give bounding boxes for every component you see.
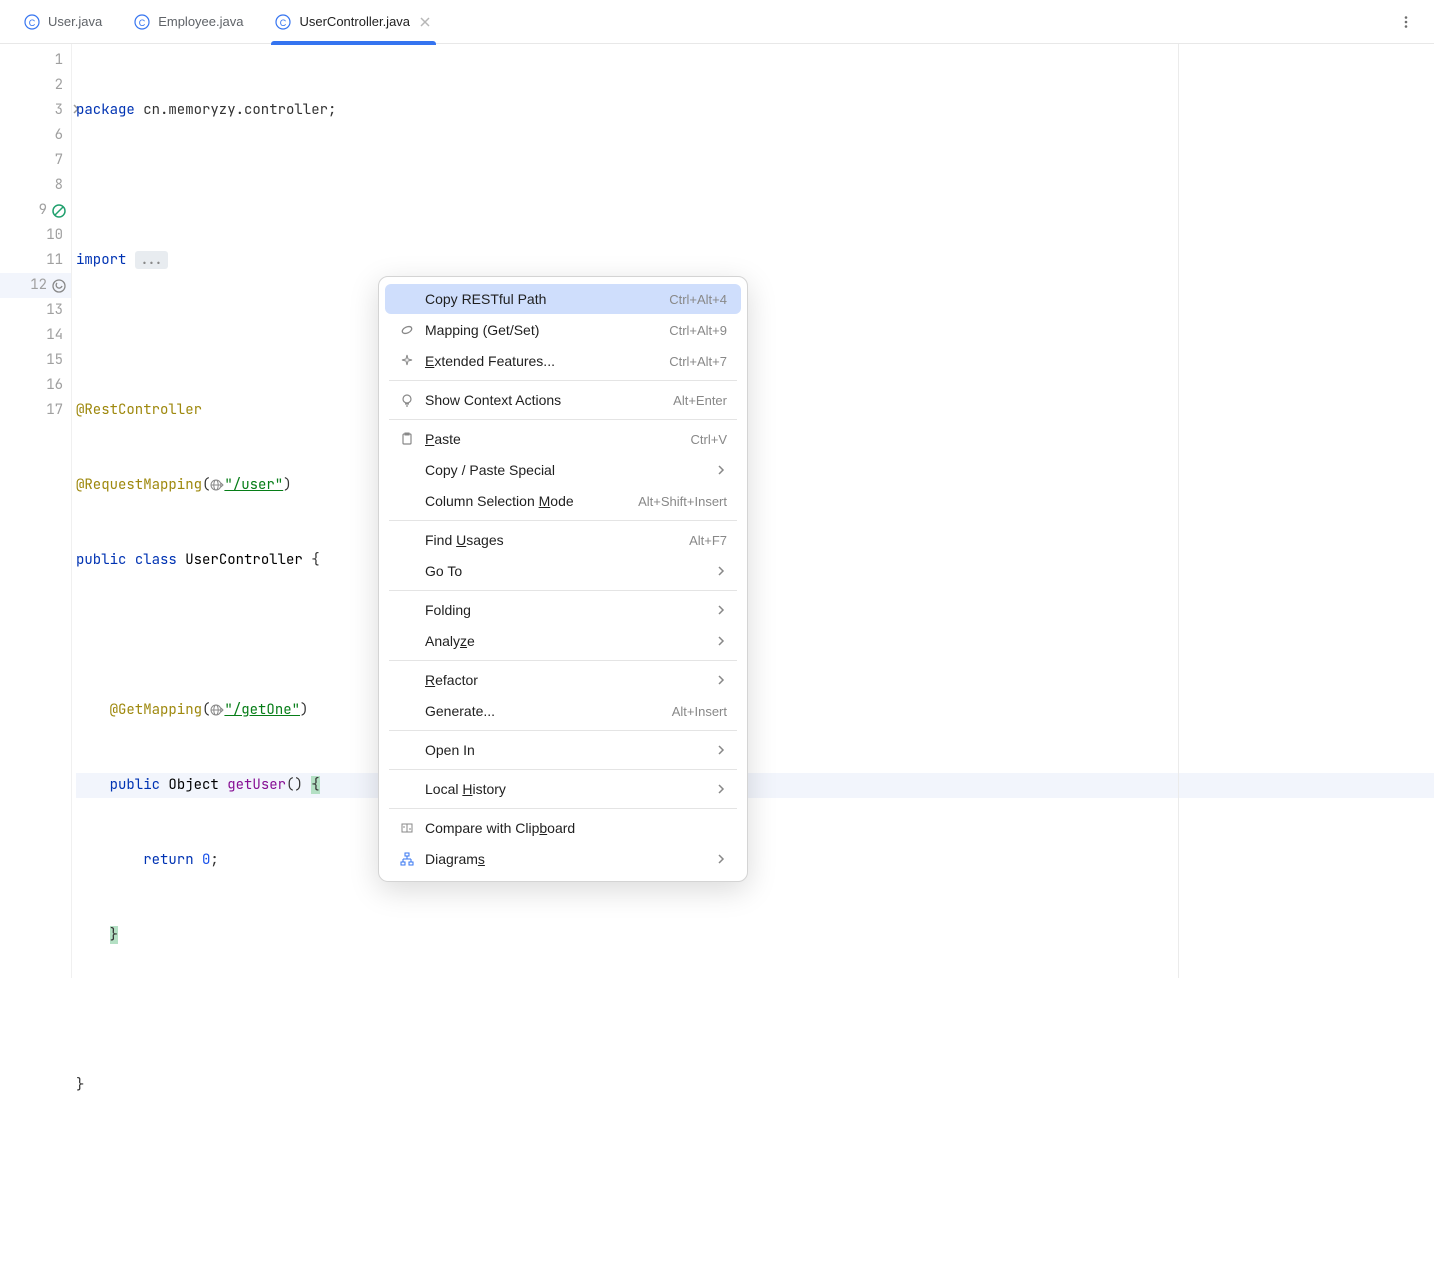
blank-icon (399, 703, 415, 719)
menu-go-to[interactable]: Go To (385, 556, 741, 586)
blank-icon (399, 742, 415, 758)
code-area[interactable]: package cn.memoryzy.controller; import .… (72, 44, 1434, 978)
menu-separator (389, 808, 737, 809)
gutter-line: 6 (0, 123, 71, 148)
gutter-line: 7 (0, 148, 71, 173)
blank-icon (399, 633, 415, 649)
clipboard-icon (399, 431, 415, 447)
chevron-right-icon (717, 633, 727, 649)
blank-icon (399, 493, 415, 509)
tabs-bar: C User.java C Employee.java C UserContro… (0, 0, 1434, 44)
mapping-icon (399, 322, 415, 338)
chevron-right-icon (717, 563, 727, 579)
chevron-right-icon (717, 781, 727, 797)
menu-column-selection-mode[interactable]: Column Selection Mode Alt+Shift+Insert (385, 486, 741, 516)
gutter-line: 16 (0, 373, 71, 398)
menu-copy-paste-special[interactable]: Copy / Paste Special (385, 455, 741, 485)
blank-icon (399, 563, 415, 579)
recursive-icon[interactable] (51, 278, 67, 294)
menu-separator (389, 419, 737, 420)
menu-analyze[interactable]: Analyze (385, 626, 741, 656)
tab-employee-java[interactable]: C Employee.java (118, 0, 259, 44)
globe-icon[interactable] (210, 703, 224, 717)
globe-icon[interactable] (210, 478, 224, 492)
gutter-line: 11 (0, 248, 71, 273)
menu-separator (389, 380, 737, 381)
chevron-right-icon (717, 742, 727, 758)
gutter-line: 10 (0, 223, 71, 248)
menu-show-context-actions[interactable]: Show Context Actions Alt+Enter (385, 385, 741, 415)
menu-extended-features[interactable]: Extended Features... Ctrl+Alt+7 (385, 346, 741, 376)
tab-label: UserController.java (299, 14, 410, 29)
menu-separator (389, 730, 737, 731)
menu-separator (389, 590, 737, 591)
chevron-right-icon (717, 851, 727, 867)
class-icon: C (134, 14, 150, 30)
menu-separator (389, 769, 737, 770)
gutter-line: 14 (0, 323, 71, 348)
menu-diagrams[interactable]: Diagrams (385, 844, 741, 874)
gutter-line: 2 (0, 73, 71, 98)
class-icon: C (275, 14, 291, 30)
menu-open-in[interactable]: Open In (385, 735, 741, 765)
svg-text:C: C (280, 18, 287, 28)
gutter-line: 1 (0, 48, 71, 73)
menu-compare-clipboard[interactable]: Compare with Clipboard (385, 813, 741, 843)
gutter-line: 8 (0, 173, 71, 198)
class-icon: C (24, 14, 40, 30)
menu-folding[interactable]: Folding (385, 595, 741, 625)
chevron-right-icon (717, 462, 727, 478)
tab-label: Employee.java (158, 14, 243, 29)
chevron-right-icon (717, 672, 727, 688)
tab-usercontroller-java[interactable]: C UserController.java (259, 0, 448, 44)
menu-separator (389, 660, 737, 661)
gutter-line: 3 (0, 98, 71, 123)
blank-icon (399, 291, 415, 307)
menu-local-history[interactable]: Local History (385, 774, 741, 804)
lightbulb-icon (399, 392, 415, 408)
chevron-right-icon (717, 602, 727, 618)
svg-text:C: C (29, 18, 36, 28)
menu-mapping-getset[interactable]: Mapping (Get/Set) Ctrl+Alt+9 (385, 315, 741, 345)
close-icon[interactable] (418, 15, 432, 29)
check-icon[interactable] (1382, 56, 1434, 131)
right-gutter (1414, 44, 1434, 978)
gutter-line: 9 (0, 198, 71, 223)
gutter-line: 15 (0, 348, 71, 373)
menu-copy-restful-path[interactable]: Copy RESTful Path Ctrl+Alt+4 (385, 284, 741, 314)
blank-icon (399, 672, 415, 688)
tab-label: User.java (48, 14, 102, 29)
gutter-line: 13 (0, 298, 71, 323)
gutter-line: 12 (0, 273, 71, 298)
menu-find-usages[interactable]: Find Usages Alt+F7 (385, 525, 741, 555)
more-options-icon[interactable] (1394, 10, 1418, 34)
compare-icon (399, 820, 415, 836)
blank-icon (399, 781, 415, 797)
menu-separator (389, 520, 737, 521)
menu-refactor[interactable]: Refactor (385, 665, 741, 695)
gutter: 1 2 3 6 7 8 9 10 11 12 13 14 15 16 17 (0, 44, 72, 978)
menu-paste[interactable]: Paste Ctrl+V (385, 424, 741, 454)
svg-text:C: C (139, 18, 146, 28)
blank-icon (399, 462, 415, 478)
diagram-icon (399, 851, 415, 867)
tab-user-java[interactable]: C User.java (8, 0, 118, 44)
editor-divider (1178, 44, 1179, 978)
gutter-line: 17 (0, 398, 71, 423)
menu-generate[interactable]: Generate... Alt+Insert (385, 696, 741, 726)
no-usages-icon[interactable] (51, 203, 67, 219)
sparkle-icon (399, 353, 415, 369)
blank-icon (399, 602, 415, 618)
blank-icon (399, 532, 415, 548)
context-menu: Copy RESTful Path Ctrl+Alt+4 Mapping (Ge… (378, 276, 748, 882)
